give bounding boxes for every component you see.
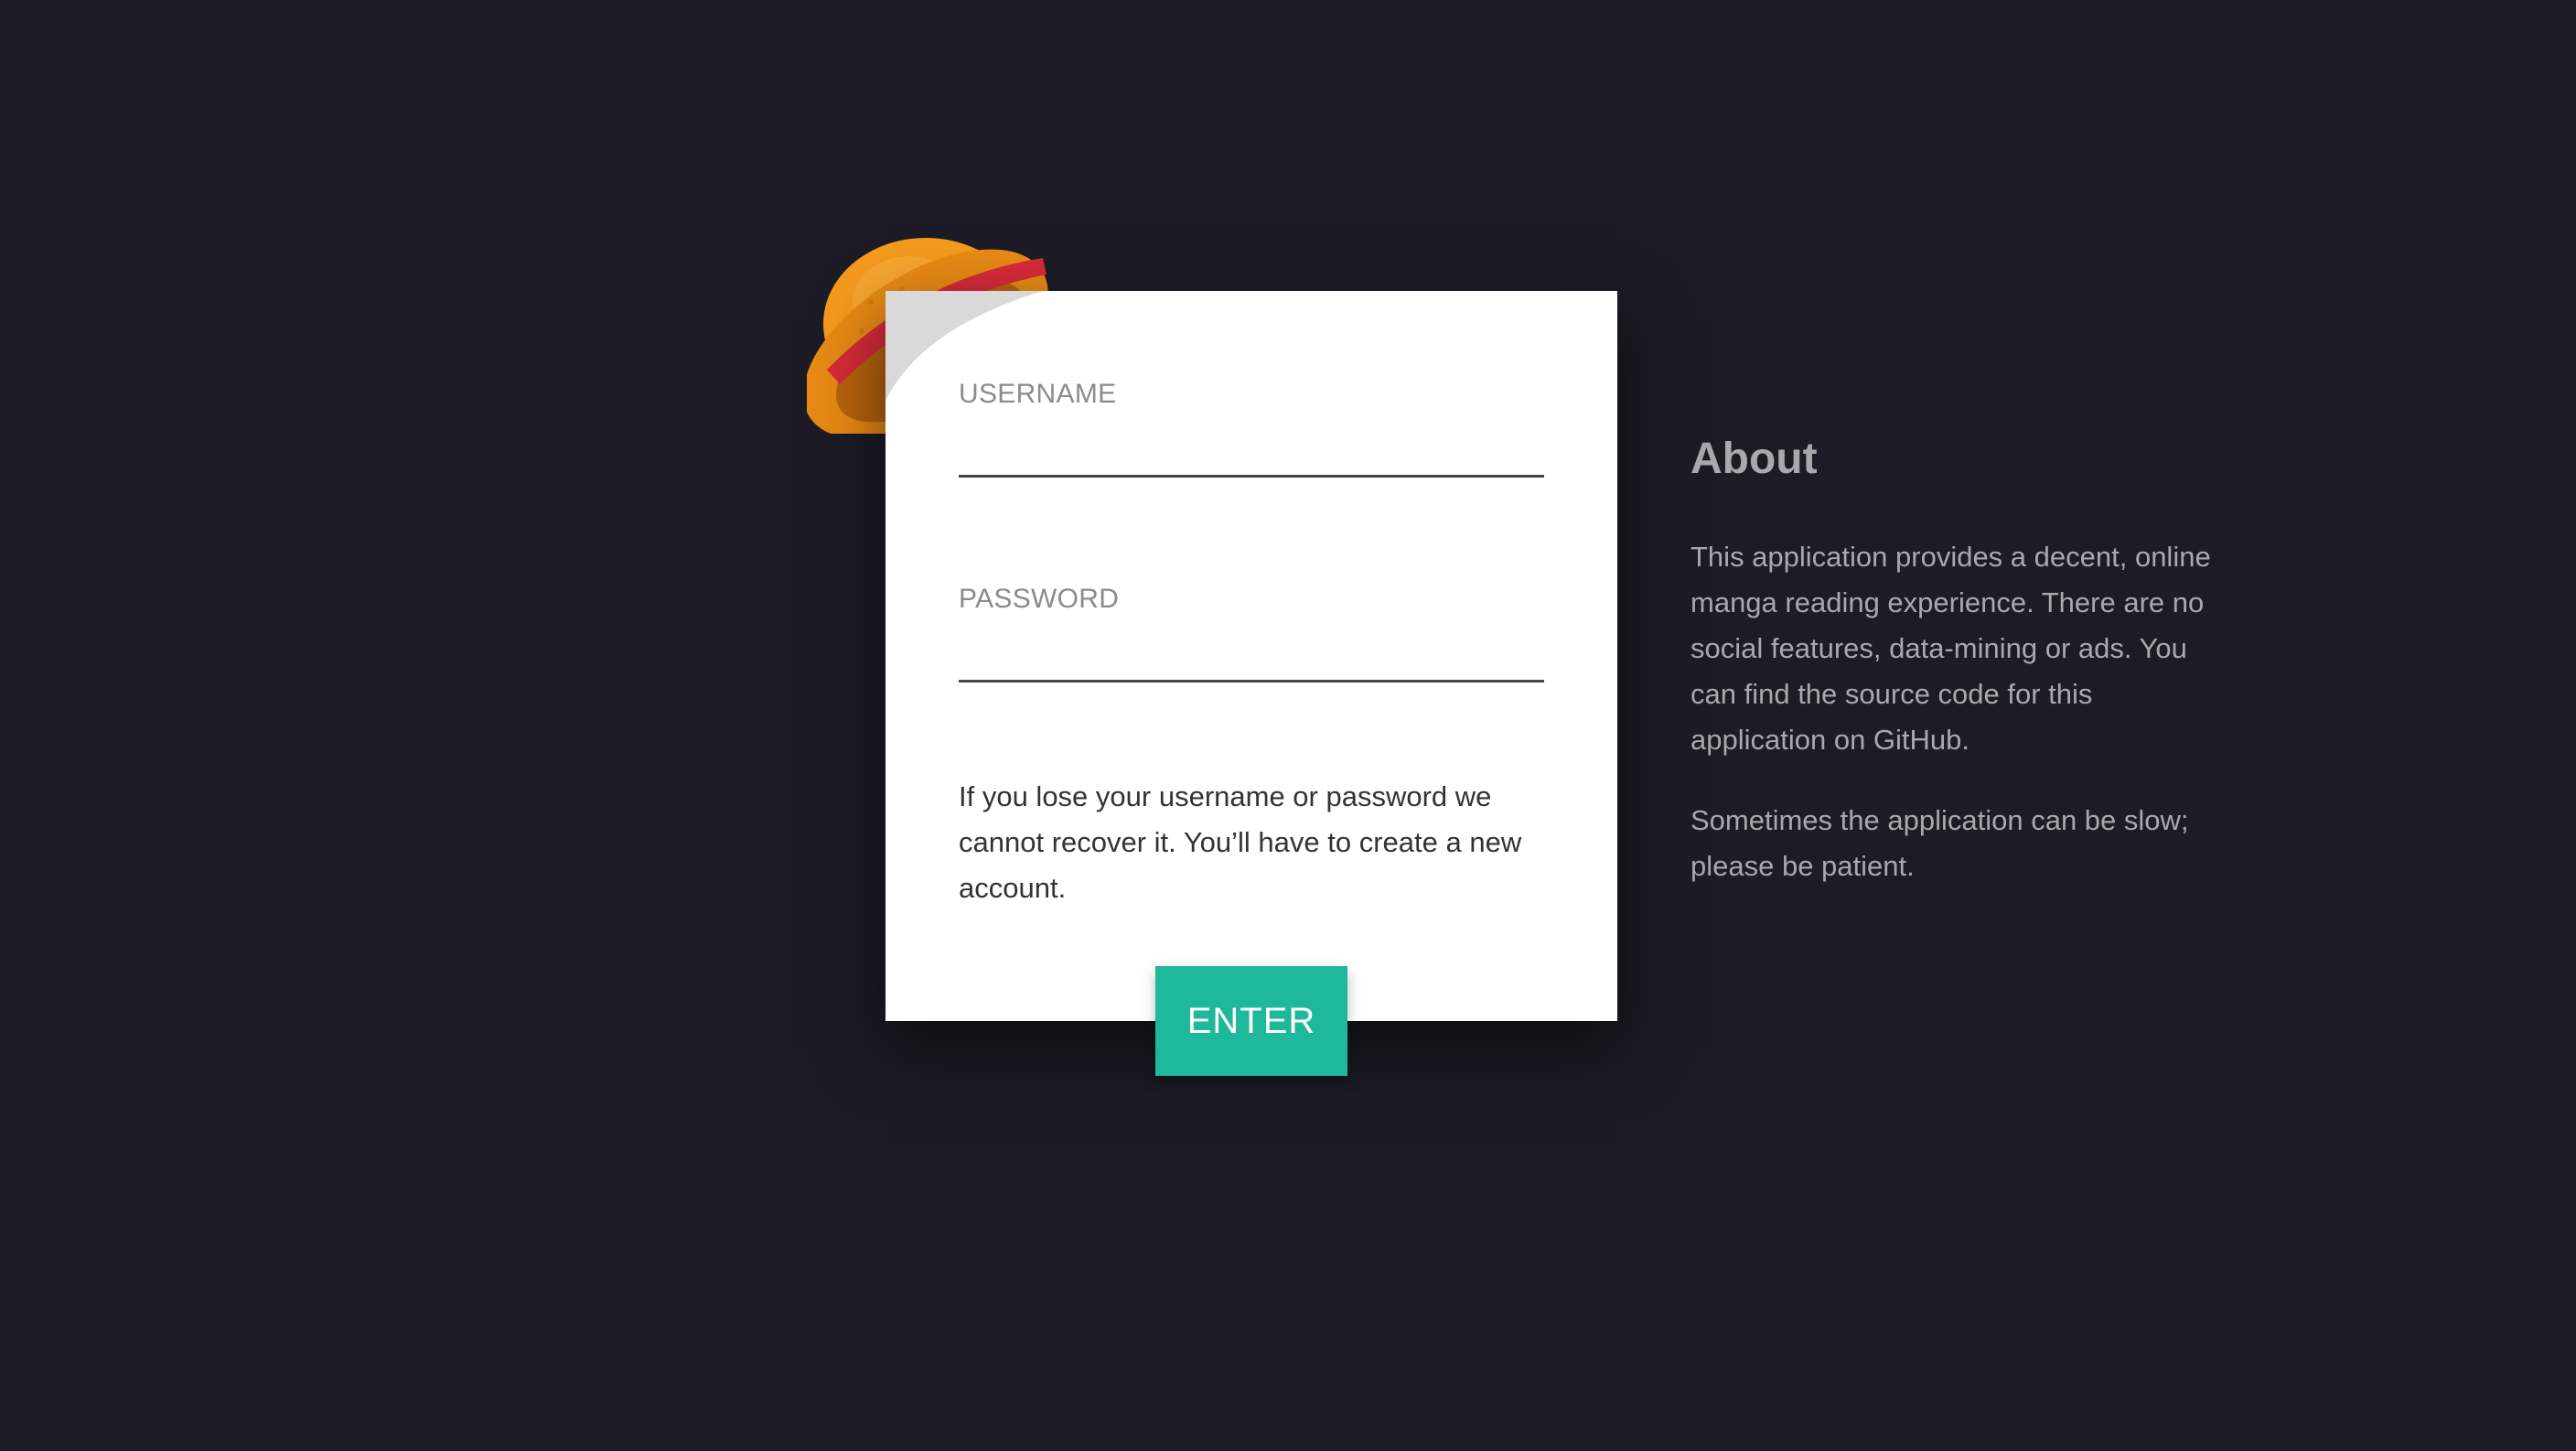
enter-button[interactable]: ENTER bbox=[1155, 966, 1347, 1076]
username-field: USERNAME bbox=[959, 379, 1544, 478]
about-title: About bbox=[1690, 435, 1818, 483]
password-label: PASSWORD bbox=[959, 584, 1120, 614]
username-input[interactable] bbox=[959, 423, 1544, 478]
password-input[interactable] bbox=[959, 628, 1544, 683]
password-field: PASSWORD bbox=[959, 584, 1544, 683]
username-label: USERNAME bbox=[959, 379, 1117, 409]
about-paragraph: This application provides a decent, onli… bbox=[1690, 541, 2211, 756]
account-recovery-warning: If you lose your username or password we… bbox=[959, 780, 1522, 904]
login-card: USERNAME PASSWORD If you lose your usern… bbox=[886, 291, 1617, 1021]
about-paragraph: Sometimes the application can be slow; p… bbox=[1690, 804, 2189, 882]
about-section: About This application provides a decent… bbox=[1690, 430, 2230, 924]
